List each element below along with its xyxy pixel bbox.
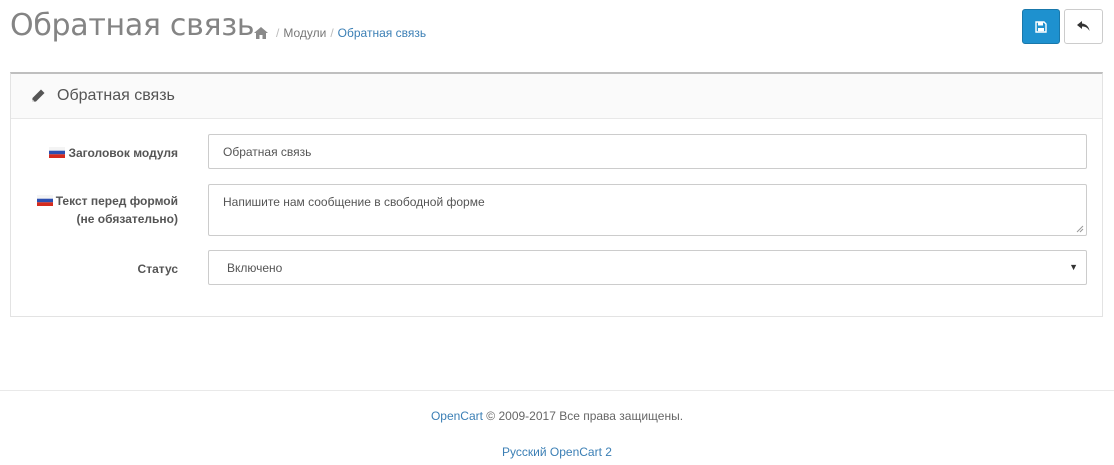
module-heading-input[interactable]: Обратная связь — [208, 134, 1087, 169]
pencil-icon — [32, 89, 45, 102]
save-button[interactable] — [1022, 9, 1060, 44]
breadcrumb-separator: / — [330, 26, 334, 40]
reply-icon — [1077, 21, 1090, 31]
text-label-line2: (не обязательно) — [76, 212, 178, 226]
footer-divider — [0, 390, 1114, 391]
back-button[interactable] — [1064, 9, 1103, 44]
page-title: Обратная связь — [10, 8, 255, 43]
status-select[interactable]: Включено ▼ — [208, 250, 1087, 285]
status-label: Статус — [137, 262, 178, 276]
chevron-down-icon: ▼ — [1069, 262, 1078, 272]
heading-label: Заголовок модуля — [49, 144, 178, 162]
version-link[interactable]: Русский OpenCart 2 — [502, 445, 612, 459]
status-select-value: Включено — [227, 260, 283, 275]
russian-flag-icon — [36, 195, 53, 206]
save-icon — [1035, 20, 1047, 33]
footer-version: Русский OpenCart 2 — [0, 445, 1114, 459]
module-panel: Обратная связь Заголовок модуля Обратная… — [10, 72, 1103, 317]
module-heading-value: Обратная связь — [223, 144, 312, 159]
text-label: Текст перед формой (не обязательно) — [36, 192, 178, 228]
opencart-link[interactable]: OpenCart — [431, 409, 483, 423]
panel-title: Обратная связь — [57, 87, 175, 104]
russian-flag-icon — [49, 147, 66, 158]
breadcrumb-separator: / — [276, 26, 280, 40]
home-icon[interactable] — [254, 27, 268, 39]
breadcrumb-current-link[interactable]: Обратная связь — [338, 26, 426, 40]
text-label-line1: Текст перед формой — [55, 194, 178, 208]
resize-handle-icon[interactable] — [1076, 225, 1084, 233]
breadcrumb-modules-link[interactable]: Модули — [283, 26, 326, 40]
panel-heading: Обратная связь — [11, 74, 1102, 119]
text-before-form-value: Напишите нам сообщение в свободной форме — [223, 195, 485, 209]
text-before-form-textarea[interactable]: Напишите нам сообщение в свободной форме — [208, 184, 1087, 236]
copyright-text: © 2009-2017 Все права защищены. — [482, 409, 684, 423]
breadcrumb: / Модули / Обратная связь — [254, 26, 426, 40]
heading-label-text: Заголовок модуля — [68, 146, 178, 160]
footer-copyright: OpenCart © 2009-2017 Все права защищены. — [0, 409, 1114, 423]
